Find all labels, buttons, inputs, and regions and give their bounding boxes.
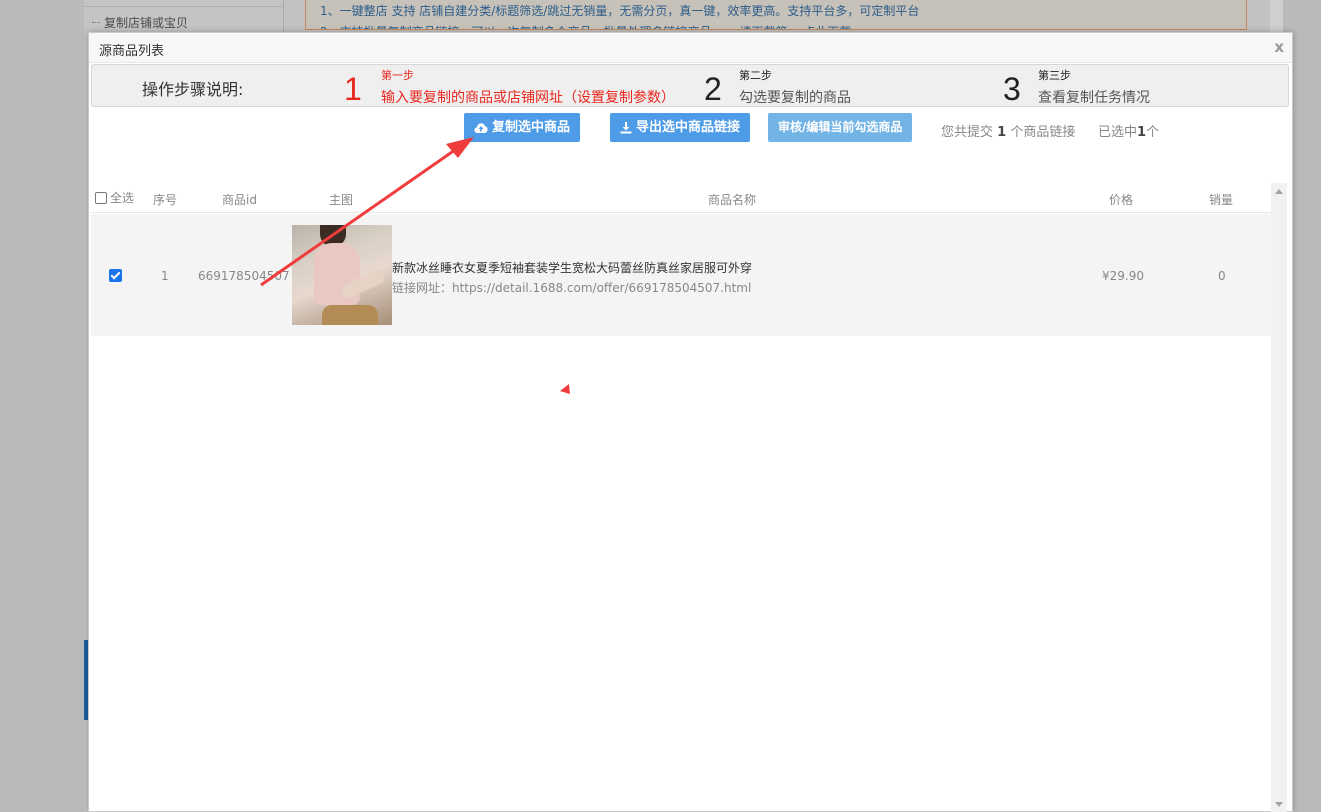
step-3-text: 查看复制任务情况 [1038, 90, 1150, 106]
dialog-title: 源商品列表 [99, 44, 165, 59]
selected-prefix: 已选中 [1098, 125, 1138, 140]
copy-selected-label: 复制选中商品 [492, 120, 571, 135]
header-sales: 销量 [1209, 193, 1234, 207]
step-3-number: 3 [1003, 71, 1021, 107]
cloud-upload-icon [474, 122, 488, 133]
submitted-prefix: 您共提交 [941, 125, 994, 140]
header-product-id: 商品id [222, 193, 257, 207]
select-all-checkbox[interactable] [95, 191, 107, 204]
row-price: ¥29.90 [1102, 269, 1144, 283]
background-notice-line1: 1、一键整店 支持 店铺自建分类/标题筛选/跳过无销量，无需分页，真一键，效率更… [320, 4, 920, 18]
source-product-list-dialog: 源商品列表 x 操作步骤说明: 1 第一步 输入要复制的商品或店铺网址（设置复制… [88, 32, 1293, 812]
steps-label: 操作步骤说明: [142, 80, 244, 99]
review-edit-button[interactable]: 审核/编辑当前勾选商品 [768, 113, 913, 142]
table-row[interactable]: 1 669178504507 新款冰丝睡衣女夏季短袖套装学生宽松大码蕾丝防真丝家… [91, 214, 1271, 336]
background-divider [84, 6, 284, 7]
row-sales: 0 [1218, 269, 1226, 283]
scroll-down-icon[interactable] [1275, 802, 1283, 807]
thumbnail-detail [322, 305, 378, 325]
row-checkbox[interactable] [109, 269, 122, 282]
step-2-text: 勾选要复制的商品 [739, 90, 851, 106]
row-product-id: 669178504507 [198, 269, 290, 283]
selected-count: 1 [1137, 125, 1147, 140]
background-sidebar-item: 复制店铺或宝贝 [91, 16, 189, 30]
review-edit-label: 审核/编辑当前勾选商品 [778, 120, 903, 134]
header-product-name: 商品名称 [708, 193, 757, 207]
export-links-button[interactable]: 导出选中商品链接 [610, 113, 751, 142]
dialog-header: 源商品列表 x [89, 33, 1292, 63]
steps-bar: 操作步骤说明: 1 第一步 输入要复制的商品或店铺网址（设置复制参数） 2 第二… [91, 64, 1289, 107]
background-notice-line2: 2、支持批量复制商品链接，可以一次复制多个商品，批量处理多链接商品…… 请下载第… [320, 23, 851, 29]
submitted-count: 1 [997, 125, 1007, 140]
step-2-number: 2 [704, 71, 722, 107]
toolbar: 复制选中商品 导出选中商品链接 审核/编辑当前勾选商品 您共提交 1 个商品链接… [89, 113, 1292, 145]
scroll-up-icon[interactable] [1275, 189, 1283, 194]
step-3-caption: 第三步 [1038, 69, 1071, 82]
export-links-label: 导出选中商品链接 [636, 120, 741, 135]
header-index: 序号 [153, 193, 178, 207]
close-icon[interactable]: x [1274, 38, 1284, 56]
selected-count-text: 已选中1个 [1098, 121, 1159, 140]
step-2-caption: 第二步 [739, 69, 772, 82]
step-1-number: 1 [344, 71, 362, 107]
header-main-image: 主图 [329, 193, 354, 207]
download-icon [620, 121, 632, 133]
table-header: 全选 序号 商品id 主图 商品名称 价格 销量 [91, 183, 1271, 213]
product-name[interactable]: 新款冰丝睡衣女夏季短袖套装学生宽松大码蕾丝防真丝家居服可外穿 [392, 259, 752, 276]
step-1-text: 输入要复制的商品或店铺网址（设置复制参数） [381, 90, 675, 106]
row-index: 1 [161, 269, 169, 283]
header-price: 价格 [1109, 193, 1134, 207]
vertical-scrollbar[interactable] [1271, 183, 1287, 812]
submitted-count-text: 您共提交 1 个商品链接 [941, 121, 1075, 140]
product-thumbnail[interactable] [292, 225, 392, 325]
product-link[interactable]: 链接网址：https://detail.1688.com/offer/66917… [392, 279, 751, 296]
select-all-label: 全选 [110, 191, 135, 205]
selected-suffix: 个 [1146, 125, 1160, 140]
select-all-control[interactable]: 全选 [95, 189, 134, 206]
submitted-suffix: 个商品链接 [1010, 125, 1076, 140]
step-1-caption: 第一步 [381, 69, 414, 82]
copy-selected-button[interactable]: 复制选中商品 [464, 113, 581, 142]
product-table: 全选 序号 商品id 主图 商品名称 价格 销量 1 669178504507 … [91, 183, 1271, 812]
